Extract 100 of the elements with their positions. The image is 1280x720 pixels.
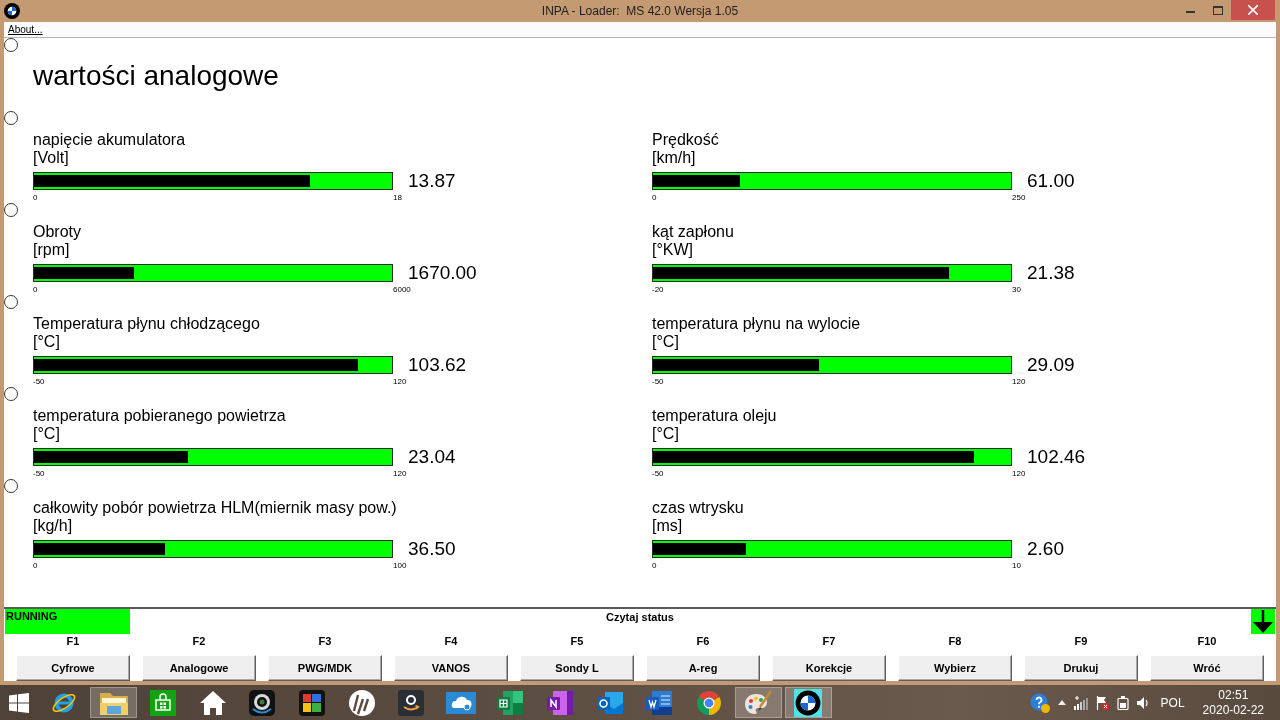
key-label: F2: [192, 634, 206, 648]
close-button[interactable]: [1231, 0, 1275, 20]
unit-label: [°KW]: [652, 241, 694, 259]
function-button[interactable]: Analogowe: [142, 655, 256, 681]
function-button[interactable]: Drukuj: [1024, 655, 1138, 681]
gauge-label: Temperatura płynu chłodzącego: [33, 315, 260, 333]
gauge-label: temperatura płynu na wylocie: [652, 315, 861, 333]
gauge-value: 29.09: [1027, 354, 1075, 376]
key-label: F10: [1197, 634, 1217, 648]
maximize-icon: [1212, 5, 1223, 15]
scale-max: 120: [393, 377, 407, 387]
scale-min: -50: [652, 377, 664, 387]
circle-logo-icon: [348, 689, 375, 716]
key-label: F8: [948, 634, 962, 648]
gauge-label: Obroty: [33, 223, 81, 241]
menu-item[interactable]: About...: [8, 23, 43, 36]
function-button[interactable]: Wybierz: [898, 655, 1012, 681]
scale-min: 0: [652, 561, 657, 571]
gauge-value: 103.62: [408, 354, 467, 376]
scale-min: 0: [33, 285, 38, 295]
scale-max: 30: [1012, 285, 1021, 295]
taskbar-button[interactable]: [90, 687, 138, 718]
notebook-icon: [547, 689, 574, 716]
unit-label: [°C]: [652, 425, 679, 443]
scale-max: 120: [1012, 377, 1026, 387]
battery-icon[interactable]: [1116, 695, 1129, 710]
key-label: F5: [570, 634, 584, 648]
unit-label: [°C]: [33, 333, 60, 351]
clock-time[interactable]: 02:51: [1218, 687, 1249, 703]
radio-button[interactable]: [4, 479, 18, 493]
mail-icon: [596, 689, 623, 716]
puzzle-icon: [299, 689, 326, 716]
key-label: F6: [696, 634, 710, 648]
taskbar-button[interactable]: [784, 687, 832, 718]
roundel-icon: [4, 3, 20, 19]
scale-min: -50: [33, 377, 45, 387]
unit-label: [°C]: [33, 425, 60, 443]
scale-max: 120: [393, 469, 407, 479]
function-button[interactable]: PWG/MDK: [268, 655, 382, 681]
help-icon[interactable]: [1029, 692, 1050, 713]
unit-label: [ms]: [652, 517, 683, 535]
scale-max: 18: [393, 193, 402, 203]
four-panes-icon: [9, 692, 29, 713]
gauge-label: temperatura pobieranego powietrza: [33, 407, 286, 425]
unit-label: [km/h]: [652, 149, 696, 167]
scale-min: 0: [33, 561, 38, 571]
unit-label: [rpm]: [33, 241, 70, 259]
scale-min: -50: [33, 469, 45, 479]
gauge-label: całkowity pobór powietrza HLM(miernik masy pow.): [33, 499, 397, 517]
gauge-value: 23.04: [408, 446, 456, 468]
caret-up-icon[interactable]: [1057, 700, 1066, 705]
radio-button[interactable]: [4, 387, 18, 401]
scale-max: 6000: [393, 285, 411, 295]
language-indicator[interactable]: POL: [1160, 695, 1185, 710]
flag-icon[interactable]: [1095, 695, 1109, 710]
spreadsheet-icon: [497, 689, 524, 716]
lens-icon: [249, 689, 276, 716]
palette-icon: [744, 689, 773, 716]
radio-button[interactable]: [4, 111, 18, 125]
roundel-icon: [794, 688, 822, 717]
gauge-value: 2.60: [1027, 538, 1064, 560]
radio-button[interactable]: [4, 295, 18, 309]
cloud-icon: [445, 691, 476, 714]
key-label: F4: [444, 634, 458, 648]
gauge-value: 1670.00: [408, 262, 477, 284]
scale-min: -50: [652, 469, 664, 479]
radio-button[interactable]: [4, 203, 18, 217]
clock-date[interactable]: 2020-02-22: [1202, 702, 1264, 718]
screen-title: wartości analogowe: [33, 60, 279, 93]
key-label: F9: [1074, 634, 1088, 648]
home-icon: [199, 690, 226, 715]
function-button[interactable]: Sondy L: [520, 655, 634, 681]
key-label: F3: [318, 634, 332, 648]
status-message: Czytaj status: [606, 611, 674, 624]
function-button[interactable]: VANOS: [394, 655, 508, 681]
gauge-value: 21.38: [1027, 262, 1075, 284]
gauge-label: kąt zapłonu: [652, 223, 734, 241]
scale-max: 100: [393, 561, 407, 571]
function-button[interactable]: Wróć: [1150, 655, 1264, 681]
browser-wheel-icon: [695, 689, 722, 716]
scale-min: 0: [652, 193, 657, 203]
scale-max: 10: [1012, 561, 1021, 571]
gauge-label: czas wtrysku: [652, 499, 744, 517]
function-button[interactable]: A-reg: [646, 655, 760, 681]
gauge-label: temperatura oleju: [652, 407, 777, 425]
speaker-icon[interactable]: [1136, 696, 1148, 709]
status-indicator: RUNNING: [5, 609, 130, 634]
radio-button[interactable]: [4, 38, 18, 52]
window-title: INPA - Loader: MS 42.0 Wersja 1.05: [541, 4, 739, 18]
scale-max: 250: [1012, 193, 1026, 203]
gauge-value: 13.87: [408, 170, 456, 192]
unit-label: [Volt]: [33, 149, 69, 167]
unit-label: [°C]: [652, 333, 679, 351]
scale-min: -20: [652, 285, 664, 295]
scale-max: 120: [1012, 469, 1026, 479]
function-button[interactable]: Cyfrowe: [16, 655, 130, 681]
minimize-icon: [1186, 11, 1195, 13]
function-button[interactable]: Korekcje: [772, 655, 886, 681]
close-icon: [1248, 5, 1258, 15]
signal-icon[interactable]: [1073, 695, 1088, 710]
